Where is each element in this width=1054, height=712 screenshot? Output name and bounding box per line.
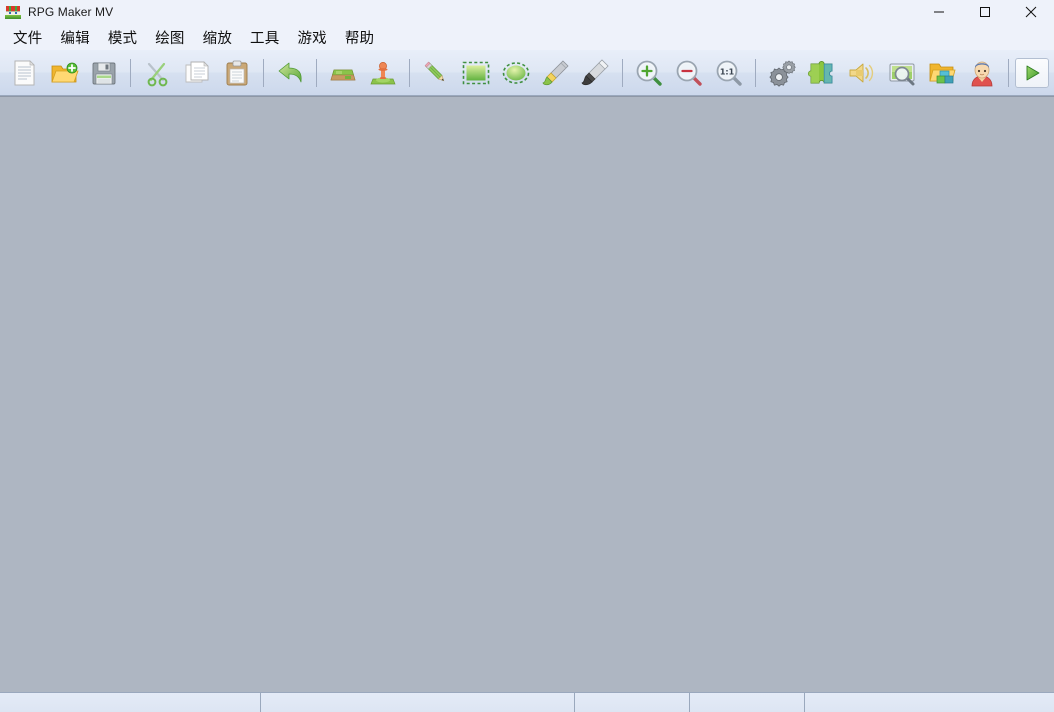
toolbar-separator-5 bbox=[622, 58, 623, 87]
status-bar bbox=[0, 692, 1054, 712]
window-title: RPG Maker MV bbox=[28, 5, 114, 19]
minimize-button[interactable] bbox=[916, 0, 962, 24]
shadow-pen-icon bbox=[581, 58, 609, 85]
undo-button[interactable] bbox=[270, 53, 310, 93]
status-cell-coords bbox=[575, 693, 690, 712]
menu-game[interactable]: 游戏 bbox=[288, 24, 335, 51]
magnifier-minus-icon bbox=[676, 60, 702, 86]
zoom-in-button[interactable] bbox=[629, 53, 669, 93]
plugin-manager-button[interactable] bbox=[802, 53, 842, 93]
resource-manager-button[interactable] bbox=[922, 53, 962, 93]
database-button[interactable] bbox=[762, 53, 802, 93]
title-bar: RPG Maker MV bbox=[0, 0, 1054, 24]
menu-file[interactable]: 文件 bbox=[4, 24, 51, 51]
open-project-button[interactable] bbox=[44, 53, 84, 93]
floppy-save-icon bbox=[92, 62, 116, 84]
main-toolbar: 1:1 bbox=[0, 50, 1054, 96]
open-folder-icon bbox=[51, 62, 79, 82]
map-layer-icon bbox=[330, 69, 356, 80]
toolbar-separator-3 bbox=[316, 58, 317, 87]
character-head-icon bbox=[971, 61, 993, 86]
zoom-actual-button[interactable]: 1:1 bbox=[709, 53, 749, 93]
map-editor-canvas[interactable] bbox=[0, 96, 1054, 692]
rpg-maker-window: RPG Maker MV 文件 编辑 模式 绘图 缩放 工具 游戏 帮助 1:1 bbox=[0, 0, 1054, 712]
toolbar-separator-7 bbox=[1008, 58, 1009, 87]
menu-mode[interactable]: 模式 bbox=[99, 24, 146, 51]
rpgmaker-logo-icon bbox=[5, 4, 21, 20]
title-bar-left: RPG Maker MV bbox=[0, 4, 113, 20]
ellipse-select-icon bbox=[502, 61, 530, 84]
map-mode-button[interactable] bbox=[323, 53, 363, 93]
fill-tool-button[interactable] bbox=[536, 53, 576, 93]
pencil-tool-button[interactable] bbox=[416, 53, 456, 93]
pencil-icon bbox=[424, 61, 445, 81]
gears-icon bbox=[769, 60, 796, 87]
zoom-ratio-label: 1:1 bbox=[720, 67, 735, 76]
magnifier-1to1-icon: 1:1 bbox=[716, 60, 742, 86]
toolbar-separator-2 bbox=[263, 58, 264, 87]
new-document-icon bbox=[14, 59, 35, 85]
new-project-button[interactable] bbox=[4, 53, 44, 93]
close-button[interactable] bbox=[1008, 0, 1054, 24]
copy-button[interactable] bbox=[177, 53, 217, 93]
menu-edit[interactable]: 编辑 bbox=[51, 24, 98, 51]
sound-test-button[interactable] bbox=[842, 53, 882, 93]
scissors-icon bbox=[147, 62, 168, 86]
paste-button[interactable] bbox=[217, 53, 257, 93]
copy-pages-icon bbox=[185, 60, 209, 82]
toolbar-separator-1 bbox=[130, 58, 131, 87]
toolbar-separator-6 bbox=[755, 58, 756, 87]
playtest-button[interactable] bbox=[1015, 57, 1049, 88]
clipboard-icon bbox=[226, 60, 248, 85]
status-cell-scale bbox=[690, 693, 805, 712]
status-cell-map-name bbox=[261, 693, 575, 712]
toolbar-separator-4 bbox=[409, 58, 410, 87]
menu-zoom[interactable]: 缩放 bbox=[194, 24, 241, 51]
event-search-button[interactable] bbox=[882, 53, 922, 93]
undo-arrow-icon bbox=[278, 62, 302, 82]
menu-tools[interactable]: 工具 bbox=[241, 24, 288, 51]
shadow-pen-tool-button[interactable] bbox=[576, 53, 616, 93]
resource-folder-icon bbox=[929, 63, 956, 83]
play-triangle-icon bbox=[1026, 65, 1040, 80]
puzzle-piece-icon bbox=[808, 60, 833, 83]
ellipse-tool-button[interactable] bbox=[496, 53, 536, 93]
status-cell-message bbox=[0, 693, 261, 712]
event-mode-button[interactable] bbox=[363, 53, 403, 93]
save-project-button[interactable] bbox=[84, 53, 124, 93]
speaker-icon bbox=[849, 63, 874, 82]
rectangle-tool-button[interactable] bbox=[456, 53, 496, 93]
screen-search-icon bbox=[889, 63, 915, 85]
character-generator-button[interactable] bbox=[962, 53, 1002, 93]
rectangle-select-icon bbox=[462, 61, 490, 84]
window-controls bbox=[916, 0, 1054, 24]
zoom-out-button[interactable] bbox=[669, 53, 709, 93]
status-cell-tile bbox=[805, 693, 1054, 712]
magnifier-plus-icon bbox=[636, 60, 662, 86]
menu-draw[interactable]: 绘图 bbox=[146, 24, 193, 51]
menu-bar: 文件 编辑 模式 绘图 缩放 工具 游戏 帮助 bbox=[0, 24, 1054, 50]
maximize-button[interactable] bbox=[962, 0, 1008, 24]
paint-brush-fill-icon bbox=[542, 59, 569, 85]
cut-button[interactable] bbox=[137, 53, 177, 93]
event-pawn-icon bbox=[370, 61, 396, 84]
menu-help[interactable]: 帮助 bbox=[336, 24, 383, 51]
